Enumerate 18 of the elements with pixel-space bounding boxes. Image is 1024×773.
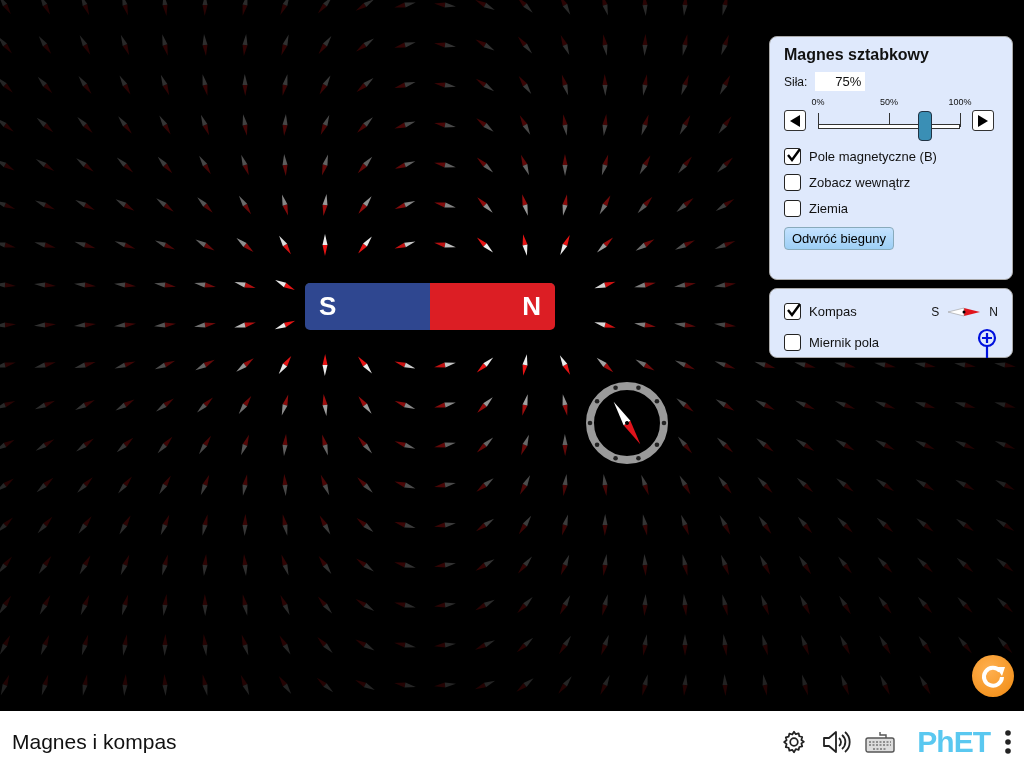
checkbox-label: Zobacz wewnątrz [809,174,911,190]
south-legend: S [931,304,940,319]
panel-title: Magnes sztabkowy [784,46,930,64]
flip-poles-button[interactable]: Odwróć bieguny [784,227,894,250]
sim-title: Magnes i kompas [12,730,177,754]
bar-magnet[interactable]: S N [305,283,555,330]
checkbox-label: Pole magnetyczne (B) [809,148,937,164]
north-legend: N [989,304,998,319]
strength-label: Siła: [784,74,808,89]
tick-label: 100% [948,97,972,107]
checkbox-label: Miernik pola [809,335,880,350]
checkbox-label: Kompas [809,304,857,319]
checkbox-label: Ziemia [809,200,848,216]
tick-label: 0% [811,97,825,107]
north-pole: N [430,283,555,330]
tick-label: 50% [880,97,898,107]
south-pole: S [305,283,430,330]
strength-value: 75% [815,72,866,91]
